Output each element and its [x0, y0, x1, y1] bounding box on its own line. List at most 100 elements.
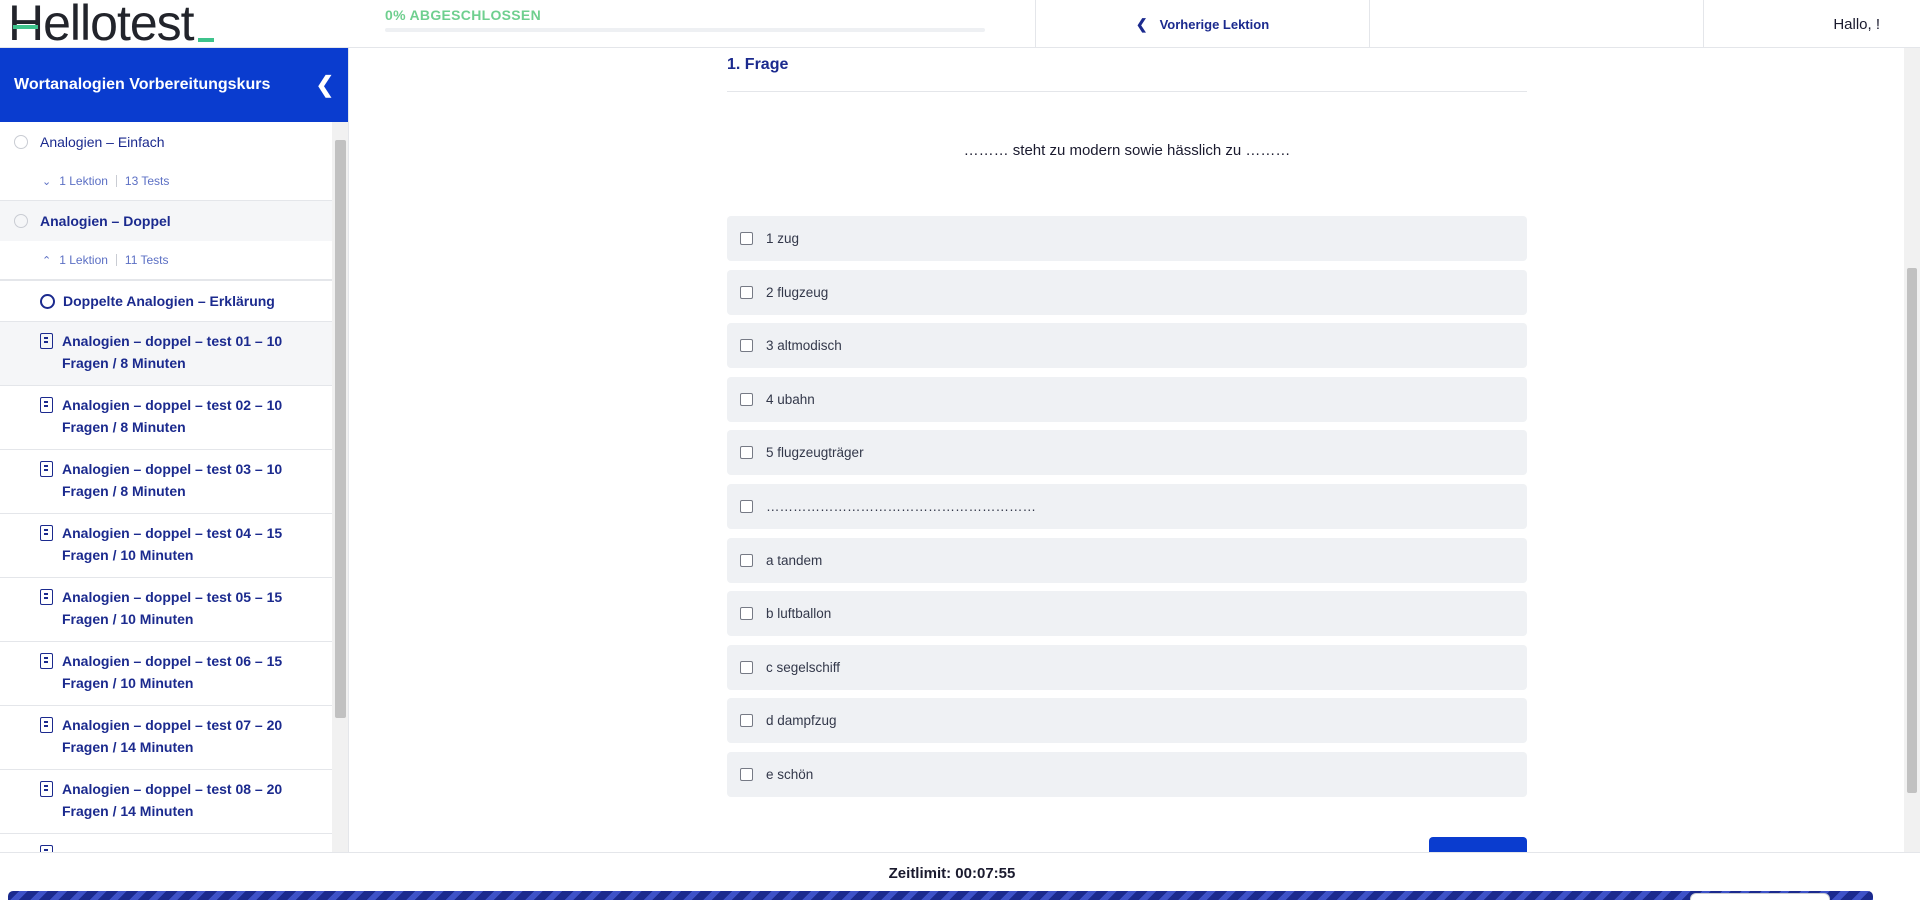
previous-lesson-label: Vorherige Lektion [1159, 16, 1270, 32]
answer-option[interactable]: 4 ubahn [727, 376, 1527, 422]
answer-checkbox[interactable] [740, 767, 753, 781]
test-label: Analogien – doppel – test 07 – 20 Fragen… [62, 717, 283, 755]
section-label: Analogien – Einfach [40, 134, 165, 150]
chevron-left-icon: ❮ [1135, 15, 1148, 32]
quiz-document-icon [40, 653, 53, 669]
chevron-up-icon: ⌃ [42, 254, 52, 267]
test-label: Analogien – doppel – test 03 – 10 Fragen… [62, 461, 283, 499]
sidebar-item-test[interactable]: Analogien – doppel – test 03 – 10 Fragen… [0, 450, 332, 514]
collapse-sidebar-icon[interactable]: ❮ [316, 72, 334, 98]
header-empty-cell [1369, 0, 1703, 48]
lesson-count: 1 Lektion [59, 174, 108, 188]
answer-label: …………………………………………………… [766, 498, 1036, 514]
meta-divider [115, 254, 117, 266]
meta-divider [115, 175, 117, 187]
lesson-circle-icon [40, 293, 55, 309]
page-scroll-thumb[interactable] [1907, 268, 1917, 793]
page-scrollbar[interactable] [1904, 48, 1920, 852]
sidebar-item-test[interactable]: Analogien – doppel – test 05 – 15 Fragen… [0, 578, 332, 642]
quiz-content: 1. Frage ……… steht zu modern sowie hässl… [349, 48, 1904, 852]
answer-option[interactable]: …………………………………………………… [727, 483, 1527, 529]
section-meta-einfach[interactable]: ⌄ 1 Lektion 13 Tests [0, 162, 332, 200]
section-title-einfach[interactable]: Analogien – Einfach [0, 122, 332, 162]
section-label: Analogien – Doppel [40, 213, 171, 229]
question-title: 1. Frage [727, 56, 1527, 92]
sidebar-item-test[interactable]: Analogien – doppel – test 04 – 15 Fragen… [0, 514, 332, 578]
answer-checkbox[interactable] [740, 714, 753, 728]
test-label: Analogien – doppel – test 05 – 15 Fragen… [62, 589, 283, 627]
sidebar-item-lesson[interactable]: Doppelte Analogien – Erklärung [0, 280, 332, 322]
answer-checkbox[interactable] [740, 446, 753, 460]
previous-lesson-button[interactable]: ❮ Vorherige Lektion [1035, 0, 1369, 48]
answer-label: 2 flugzeug [766, 284, 829, 300]
answer-option[interactable]: 5 flugzeugträger [727, 430, 1527, 476]
user-greeting[interactable]: Hallo, ! [1703, 0, 1920, 48]
answer-option[interactable]: 3 altmodisch [727, 323, 1527, 369]
top-header: Hellotest 0% ABGESCHLOSSEN ❮ Vorherige L… [0, 0, 1920, 48]
answer-option[interactable]: c segelschiff [727, 644, 1527, 690]
sidebar-item-test-partial[interactable] [0, 834, 332, 852]
quiz-document-icon [40, 845, 53, 852]
course-title: Wortanalogien Vorbereitungskurs [14, 76, 271, 93]
sidebar-scrollbar[interactable] [332, 122, 348, 852]
answer-checkbox[interactable] [740, 339, 753, 353]
answer-checkbox[interactable] [740, 285, 753, 299]
test-count: 11 Tests [124, 253, 169, 267]
section-analogien-einfach: Analogien – Einfach ⌄ 1 Lektion 13 Tests [0, 122, 332, 201]
answer-label: 5 flugzeugträger [766, 445, 864, 461]
quiz-document-icon [40, 717, 53, 733]
answer-option[interactable]: 1 zug [727, 216, 1527, 261]
answer-checkbox[interactable] [740, 392, 753, 406]
answer-checkbox[interactable] [740, 660, 753, 674]
quiz-document-icon [40, 589, 53, 605]
sidebar-item-test[interactable]: Analogien – doppel – test 07 – 20 Fragen… [0, 706, 332, 770]
test-label: Analogien – doppel – test 02 – 10 Fragen… [62, 397, 283, 435]
status-circle-icon [14, 214, 28, 228]
answer-option[interactable]: b luftballon [727, 591, 1527, 637]
sidebar-item-test[interactable]: Analogien – doppel – test 02 – 10 Fragen… [0, 386, 332, 450]
answer-checkbox[interactable] [740, 232, 753, 245]
question-text: ……… steht zu modern sowie hässlich zu ……… [963, 142, 1291, 159]
status-circle-icon [14, 135, 28, 149]
answer-label: c segelschiff [766, 659, 841, 675]
answer-option[interactable]: e schön [727, 751, 1527, 797]
answer-option[interactable]: 2 flugzeug [727, 269, 1527, 315]
section-meta-doppel[interactable]: ⌃ 1 Lektion 11 Tests [0, 241, 332, 279]
course-sidebar: Wortanalogien Vorbereitungskurs ❮ Analog… [0, 48, 349, 852]
sidebar-item-test[interactable]: Analogien – doppel – test 01 – 10 Fragen… [0, 322, 332, 386]
sidebar-header: Wortanalogien Vorbereitungskurs ❮ [0, 48, 348, 122]
hellotest-logo[interactable]: Hellotest [8, 0, 214, 48]
timer-footer: Zeitlimit: 00:07:55 [0, 852, 1920, 900]
answer-label: 3 altmodisch [766, 338, 842, 354]
answer-checkbox[interactable] [740, 553, 753, 567]
sidebar-scroll-thumb[interactable] [335, 140, 346, 718]
sidebar-item-test[interactable]: Analogien – doppel – test 06 – 15 Fragen… [0, 642, 332, 706]
answer-option[interactable]: a tandem [727, 537, 1527, 583]
answer-label: e schön [766, 766, 814, 782]
test-label: Analogien – doppel – test 06 – 15 Fragen… [62, 653, 283, 691]
lesson-label: Doppelte Analogien – Erklärung [63, 293, 275, 309]
quiz-document-icon [40, 781, 53, 797]
test-label: Analogien – doppel – test 04 – 15 Fragen… [62, 525, 283, 563]
time-limit: Zeitlimit: 00:07:55 [888, 865, 1016, 882]
answer-checkbox[interactable] [740, 499, 753, 513]
timer-handle [1690, 893, 1830, 900]
next-button[interactable] [1429, 837, 1527, 852]
answer-label: d dampfzug [766, 713, 837, 729]
chevron-down-icon: ⌄ [42, 175, 52, 188]
quiz-document-icon [40, 461, 53, 477]
section-analogien-doppel: Analogien – Doppel ⌃ 1 Lektion 11 Tests [0, 201, 332, 280]
quiz-document-icon [40, 525, 53, 541]
answer-label: 1 zug [766, 231, 800, 246]
answer-list: 1 zug 2 flugzeug 3 altmodisch 4 ubahn 5 flug… [727, 216, 1527, 806]
section-title-doppel[interactable]: Analogien – Doppel [0, 201, 332, 241]
progress-label: 0% ABGESCHLOSSEN [385, 7, 541, 23]
test-count: 13 Tests [124, 174, 170, 188]
quiz-document-icon [40, 397, 53, 413]
test-label: Analogien – doppel – test 01 – 10 Fragen… [62, 333, 283, 371]
answer-option[interactable]: d dampfzug [727, 698, 1527, 744]
time-progress-bar [8, 891, 1873, 900]
sidebar-item-test[interactable]: Analogien – doppel – test 08 – 20 Fragen… [0, 770, 332, 834]
answer-checkbox[interactable] [740, 607, 753, 621]
lesson-count: 1 Lektion [59, 253, 108, 267]
